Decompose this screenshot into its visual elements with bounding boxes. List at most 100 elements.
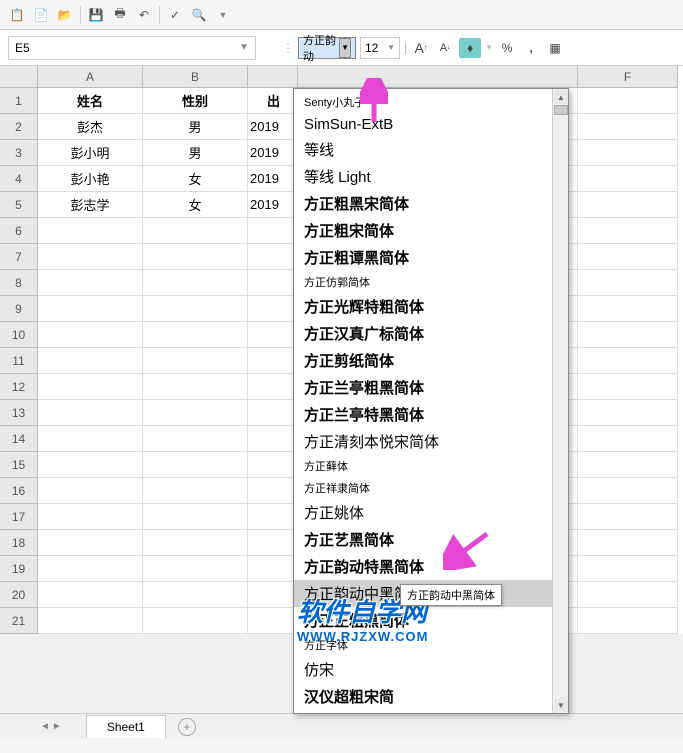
cell[interactable]: [143, 530, 248, 556]
row-header[interactable]: 7: [0, 244, 38, 270]
font-option[interactable]: 方正艺黑简体: [294, 526, 568, 553]
cell[interactable]: [578, 114, 678, 140]
font-option[interactable]: 方正字体: [294, 634, 568, 656]
cell[interactable]: 彭杰: [38, 114, 143, 140]
font-option[interactable]: 汉仪超粗宋简: [294, 683, 568, 710]
cell[interactable]: [578, 452, 678, 478]
cell[interactable]: 男: [143, 114, 248, 140]
cell[interactable]: 出: [248, 88, 298, 114]
cell[interactable]: [248, 322, 298, 348]
paste-icon[interactable]: 📋: [8, 6, 26, 24]
cell[interactable]: [578, 426, 678, 452]
cell[interactable]: [578, 608, 678, 634]
font-option[interactable]: 方正粗黑宋简体: [294, 190, 568, 217]
row-header[interactable]: 9: [0, 296, 38, 322]
cell[interactable]: [38, 374, 143, 400]
cell[interactable]: [143, 478, 248, 504]
cell[interactable]: [578, 322, 678, 348]
cell[interactable]: [248, 400, 298, 426]
tab-prev-icon[interactable]: ◄: [40, 721, 50, 732]
cell[interactable]: [143, 426, 248, 452]
font-option[interactable]: 方正粗宋简体: [294, 217, 568, 244]
cell[interactable]: [248, 504, 298, 530]
cell[interactable]: [38, 452, 143, 478]
cell[interactable]: 2019: [248, 166, 298, 192]
font-option[interactable]: 等线 Light: [294, 163, 568, 190]
row-header[interactable]: 19: [0, 556, 38, 582]
cell[interactable]: [578, 296, 678, 322]
scroll-thumb[interactable]: [554, 105, 568, 115]
cell[interactable]: [578, 192, 678, 218]
row-header[interactable]: 4: [0, 166, 38, 192]
font-option[interactable]: 方正汉真广标简体: [294, 320, 568, 347]
select-all-corner[interactable]: [0, 66, 38, 88]
row-header[interactable]: 15: [0, 452, 38, 478]
sheet-tab[interactable]: Sheet1: [86, 715, 166, 738]
font-option[interactable]: 方正正粗黑简体: [294, 607, 568, 634]
cell[interactable]: [143, 296, 248, 322]
open-icon[interactable]: 📂: [56, 6, 74, 24]
cell[interactable]: 彭小明: [38, 140, 143, 166]
cell[interactable]: [578, 504, 678, 530]
cell[interactable]: [143, 608, 248, 634]
new-icon[interactable]: 📄: [32, 6, 50, 24]
row-header[interactable]: 21: [0, 608, 38, 634]
font-size-combo[interactable]: 12 ▼: [360, 37, 400, 59]
cell[interactable]: 2019: [248, 114, 298, 140]
font-option[interactable]: 方正剪纸简体: [294, 347, 568, 374]
cell[interactable]: [578, 140, 678, 166]
cell[interactable]: [38, 608, 143, 634]
border-button[interactable]: ▦: [545, 38, 565, 58]
cell[interactable]: [578, 270, 678, 296]
row-header[interactable]: 14: [0, 426, 38, 452]
cell[interactable]: [143, 348, 248, 374]
font-option[interactable]: 方正姚体: [294, 499, 568, 526]
cell[interactable]: [143, 218, 248, 244]
column-header[interactable]: [248, 66, 298, 88]
cell[interactable]: [38, 530, 143, 556]
row-header[interactable]: 2: [0, 114, 38, 140]
cell[interactable]: 姓名: [38, 88, 143, 114]
add-sheet-button[interactable]: +: [178, 718, 196, 736]
percent-button[interactable]: %: [497, 38, 517, 58]
cell[interactable]: [38, 556, 143, 582]
cell[interactable]: 彭小艳: [38, 166, 143, 192]
cell[interactable]: [248, 556, 298, 582]
cell[interactable]: [248, 452, 298, 478]
increase-font-button[interactable]: A↑: [411, 38, 431, 58]
row-header[interactable]: 10: [0, 322, 38, 348]
cell[interactable]: 彭志学: [38, 192, 143, 218]
row-header[interactable]: 1: [0, 88, 38, 114]
cell[interactable]: [248, 608, 298, 634]
cell[interactable]: 男: [143, 140, 248, 166]
cell[interactable]: [578, 556, 678, 582]
cell[interactable]: [143, 556, 248, 582]
font-option[interactable]: 方正兰亭粗黑简体: [294, 374, 568, 401]
font-option[interactable]: 方正藓体: [294, 455, 568, 477]
cell[interactable]: [38, 322, 143, 348]
row-header[interactable]: 12: [0, 374, 38, 400]
font-option[interactable]: 方正清刻本悦宋简体: [294, 428, 568, 455]
cell[interactable]: 女: [143, 166, 248, 192]
cell[interactable]: [578, 166, 678, 192]
cell[interactable]: [248, 426, 298, 452]
row-header[interactable]: 11: [0, 348, 38, 374]
cell[interactable]: [248, 582, 298, 608]
cell[interactable]: [578, 530, 678, 556]
find-icon[interactable]: 🔍: [190, 6, 208, 24]
cell[interactable]: [143, 400, 248, 426]
cell[interactable]: [38, 348, 143, 374]
cell[interactable]: 性别: [143, 88, 248, 114]
cell[interactable]: [38, 244, 143, 270]
save-icon[interactable]: 💾: [87, 6, 105, 24]
column-header[interactable]: [298, 66, 578, 88]
cell[interactable]: [38, 478, 143, 504]
cell[interactable]: [578, 218, 678, 244]
column-header[interactable]: F: [578, 66, 678, 88]
cell[interactable]: [578, 88, 678, 114]
cell[interactable]: [248, 296, 298, 322]
cell[interactable]: [143, 374, 248, 400]
cell[interactable]: [248, 270, 298, 296]
cell[interactable]: [578, 244, 678, 270]
font-option[interactable]: 汉仪粗宋简: [294, 710, 568, 714]
